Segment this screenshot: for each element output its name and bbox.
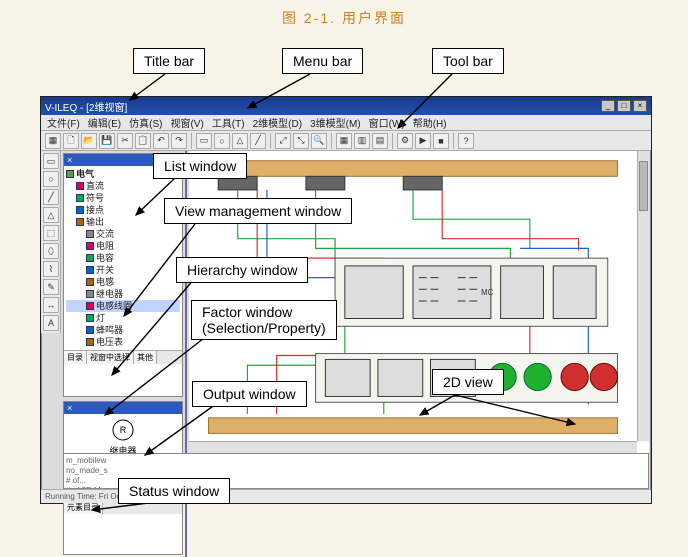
tree-item[interactable]: 蜂鸣器: [66, 324, 180, 336]
callout-factor: Factor window(Selection/Property): [191, 300, 337, 340]
toolbar-button[interactable]: ?: [458, 133, 474, 149]
menu-item[interactable]: 2维模型(D): [253, 115, 302, 130]
toolbar-button[interactable]: ⤢: [275, 133, 291, 149]
toolbar-button[interactable]: ↶: [153, 133, 169, 149]
scrollbar-horizontal[interactable]: [189, 441, 637, 453]
toolbar-button[interactable]: ✂: [117, 133, 133, 149]
toolbar-row: ▦🗋📂💾✂📋↶↷▭○△╱⤢⤡🔍▦▥▤⚙▶■?: [41, 131, 651, 151]
menu-item[interactable]: 工具(T): [212, 115, 245, 130]
vtool-button[interactable]: ⬚: [43, 225, 59, 241]
svg-text:MC: MC: [481, 288, 493, 297]
callout-menu-bar: Menu bar: [282, 48, 363, 74]
tree-item[interactable]: 符号: [66, 192, 180, 204]
dock-tab[interactable]: 视窗中选择: [87, 351, 134, 364]
window-title: V-ILEQ - [2维视窗]: [45, 99, 127, 114]
toolbar-button[interactable]: ▶: [415, 133, 431, 149]
callout-list-window: List window: [153, 153, 247, 179]
output-line: m_mobilew: [66, 456, 646, 466]
menu-item[interactable]: 文件(F): [47, 115, 80, 130]
callout-title-bar: Title bar: [133, 48, 205, 74]
toolbar-button[interactable]: ╱: [250, 133, 266, 149]
tree-item[interactable]: 接点: [66, 204, 180, 216]
toolbar-button[interactable]: ○: [214, 133, 230, 149]
menu-bar: 文件(F) 编辑(E) 仿真(S) 视窗(V) 工具(T) 2维模型(D) 3维模型(M) 窗…: [41, 115, 651, 131]
toolbar-button[interactable]: ↷: [171, 133, 187, 149]
menu-item[interactable]: 帮助(H): [413, 115, 447, 130]
vtool-button[interactable]: ↔: [43, 297, 59, 313]
tree-item[interactable]: 电阻: [66, 240, 180, 252]
tree-item[interactable]: 电感: [66, 276, 180, 288]
callout-output: Output window: [192, 381, 307, 407]
callout-view-mgmt: View management window: [164, 198, 352, 224]
vtool-button[interactable]: ○: [43, 171, 59, 187]
dock-tab[interactable]: 目录: [64, 351, 87, 364]
toolbar-button[interactable]: ■: [433, 133, 449, 149]
toolbar-button[interactable]: 💾: [99, 133, 115, 149]
figure-caption: 图 2-1. 用户界面: [0, 0, 688, 32]
toolbar-button[interactable]: 🗋: [63, 133, 79, 149]
close-button[interactable]: ×: [633, 100, 647, 112]
tree-item[interactable]: 继电器: [66, 288, 180, 300]
output-line: no_made_s: [66, 466, 646, 476]
tree-item[interactable]: 电感线圈: [66, 300, 180, 312]
vtool-button[interactable]: ╱: [43, 189, 59, 205]
tree-item[interactable]: 电压表: [66, 336, 180, 348]
toolbar-button[interactable]: ▭: [196, 133, 212, 149]
vertical-toolbar: ▭ ○ ╱ △ ⬚ ⬯ ⌇ ✎ ↔ A: [41, 151, 61, 333]
maximize-button[interactable]: □: [617, 100, 631, 112]
dock-tab[interactable]: 元素目录: [64, 501, 103, 514]
toolbar-button[interactable]: ⤡: [293, 133, 309, 149]
toolbar-button[interactable]: ▥: [354, 133, 370, 149]
tree-item[interactable]: 输出: [66, 216, 180, 228]
callout-hierarchy: Hierarchy window: [176, 257, 308, 283]
vertical-toolbar-area: ▭ ○ ╱ △ ⬚ ⬯ ⌇ ✎ ↔ A: [41, 151, 61, 453]
svg-text:R: R: [120, 425, 127, 435]
application-window: V-ILEQ - [2维视窗] _ □ × 文件(F) 编辑(E) 仿真(S) 视窗(…: [40, 96, 652, 504]
title-bar: V-ILEQ - [2维视窗] _ □ ×: [41, 97, 651, 115]
vtool-button[interactable]: ▭: [43, 153, 59, 169]
dock-title2: ×: [64, 402, 182, 414]
toolbar-button[interactable]: 🔍: [311, 133, 327, 149]
dock-tab[interactable]: 其他: [134, 351, 157, 364]
menu-item[interactable]: 视窗(V): [170, 115, 203, 130]
menu-item[interactable]: 仿真(S): [129, 115, 162, 130]
tree-item[interactable]: 灯: [66, 312, 180, 324]
toolbar-button[interactable]: 📋: [135, 133, 151, 149]
toolbar-button[interactable]: ⚙: [397, 133, 413, 149]
toolbar-button[interactable]: ▤: [372, 133, 388, 149]
list-window: × 电气直流符号接点输出交流电阻电容开关电感继电器电感线圈灯蜂鸣器电压表 目录视…: [63, 153, 183, 397]
vtool-button[interactable]: ⌇: [43, 261, 59, 277]
window-controls: _ □ ×: [601, 100, 647, 112]
callout-status: Status window: [118, 478, 230, 504]
menu-item[interactable]: 窗口(W): [369, 115, 405, 130]
menu-item[interactable]: 3维模型(M): [310, 115, 361, 130]
scrollbar-vertical[interactable]: [637, 151, 649, 441]
vtool-button[interactable]: A: [43, 315, 59, 331]
tree-item[interactable]: 交流: [66, 228, 180, 240]
menu-item[interactable]: 编辑(E): [88, 115, 121, 130]
tree-item[interactable]: 开关: [66, 264, 180, 276]
vtool-button[interactable]: ⬯: [43, 243, 59, 259]
toolbar-button[interactable]: ▦: [45, 133, 61, 149]
callout-2d-view: 2D view: [432, 369, 504, 395]
tree-item[interactable]: 直流: [66, 180, 180, 192]
minimize-button[interactable]: _: [601, 100, 615, 112]
tree-item[interactable]: 电容: [66, 252, 180, 264]
vtool-button[interactable]: ✎: [43, 279, 59, 295]
hierarchy-tree[interactable]: 电气直流符号接点输出交流电阻电容开关电感继电器电感线圈灯蜂鸣器电压表: [64, 166, 182, 350]
dock-tabs-top: 目录视窗中选择其他: [64, 350, 182, 364]
toolbar-button[interactable]: ▦: [336, 133, 352, 149]
toolbar-button[interactable]: 📂: [81, 133, 97, 149]
toolbar-button[interactable]: △: [232, 133, 248, 149]
callout-tool-bar: Tool bar: [432, 48, 504, 74]
vtool-button[interactable]: △: [43, 207, 59, 223]
